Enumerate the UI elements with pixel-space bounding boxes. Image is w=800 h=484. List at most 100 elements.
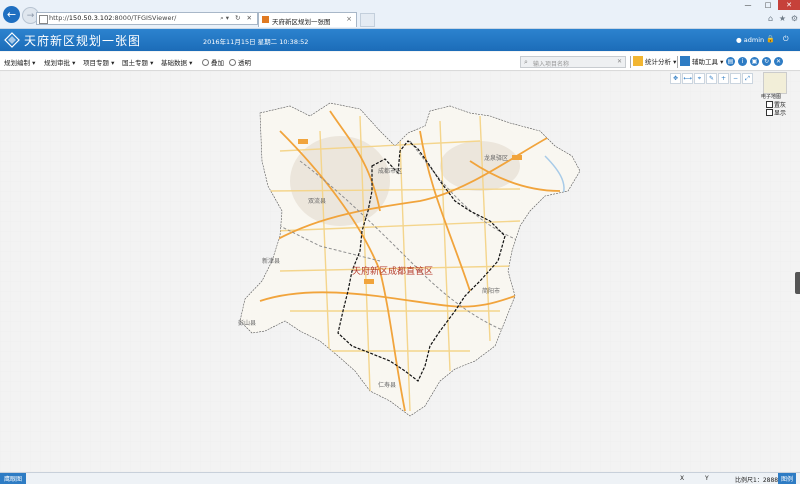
url-host: 150.50.3.102: [68, 14, 113, 22]
aux-tools-icon: [680, 56, 690, 66]
window-minimize-button[interactable]: —: [738, 0, 758, 10]
side-panel-toggle[interactable]: [795, 272, 800, 294]
page-icon: [39, 15, 48, 24]
road-shield-icon: [298, 139, 308, 144]
forward-arrow-icon: →: [26, 10, 35, 21]
map-svg: 天府新区成都直管区 新津县 彭山县 双流县 仁寿县 简阳市 龙泉驿区 成都市区: [0, 71, 800, 472]
radio-label: 透明: [238, 59, 251, 67]
info-icon: i: [741, 58, 744, 65]
app-header: 天府新区规划一张图 2016年11月15日 星期二 10:38:52 ● adm…: [0, 29, 800, 51]
refresh-icon: ↻: [763, 58, 770, 65]
refresh-button[interactable]: ↻: [762, 57, 771, 66]
zoom-in-icon[interactable]: +: [718, 73, 729, 84]
menu-item-project-topic[interactable]: 项目专题 ▾: [83, 57, 114, 67]
search-input[interactable]: ⌕ 输入项目名称 ✕: [520, 56, 626, 68]
date-time: 2016年11月15日 星期二 10:38:52: [203, 38, 309, 46]
home-icon[interactable]: ⌂: [766, 14, 775, 23]
settings-gear-icon[interactable]: ⚙: [790, 14, 799, 23]
window-maximize-button[interactable]: □: [758, 0, 778, 10]
road-shield-icon: [364, 279, 374, 284]
measure-tool-icon[interactable]: ⟷: [682, 73, 693, 84]
window-close-button[interactable]: ✕: [778, 0, 800, 10]
lock-icon[interactable]: 🔒: [766, 35, 775, 43]
radio-circle-icon: [202, 59, 209, 66]
layer-button[interactable]: ▤: [726, 57, 735, 66]
menu-item-label: 规划编制: [4, 59, 30, 67]
menu-item-label: 项目专题: [83, 59, 109, 67]
x-coordinate-label: X: [680, 475, 685, 482]
print-icon: ▣: [751, 58, 758, 65]
user-icon: ●: [736, 36, 742, 44]
menu-item-label: 规划审批: [44, 59, 70, 67]
map-canvas[interactable]: 天府新区成都直管区 新津县 彭山县 双流县 仁寿县 简阳市 龙泉驿区 成都市区: [0, 71, 800, 472]
map-label-place: 彭山县: [238, 319, 256, 327]
show-checkbox[interactable]: 显示: [766, 108, 786, 117]
pan-tool-icon[interactable]: ✥: [670, 73, 681, 84]
y-coordinate-label: Y: [705, 475, 709, 482]
url-prefix: http://: [49, 14, 69, 22]
checkbox-label: 显示: [774, 110, 787, 117]
menu-item-base-data[interactable]: 基础数据 ▾: [161, 57, 192, 67]
back-button[interactable]: ←: [3, 6, 20, 23]
stats-analysis-button[interactable]: 统计分析 ▾: [633, 56, 676, 68]
close-icon: ✕: [775, 58, 782, 65]
menu-item-plan-approval[interactable]: 规划审批 ▾: [44, 57, 75, 67]
info-button[interactable]: i: [738, 57, 747, 66]
favorites-star-icon[interactable]: ★: [778, 14, 787, 23]
menu-item-label: 国土专题: [122, 59, 148, 67]
map-type-thumbnail[interactable]: [763, 72, 787, 94]
url-rest: :8000/TFGISViewer/: [112, 14, 177, 22]
status-bar: 鹰眼图 X Y 比例尺1：288895 图例: [0, 472, 800, 484]
map-label-place: 仁寿县: [378, 381, 396, 389]
stats-icon: [633, 56, 643, 66]
map-label-main: 天府新区成都直管区: [352, 265, 433, 277]
app-logo-icon: [4, 32, 20, 48]
transparent-radio[interactable]: 透明: [229, 57, 251, 67]
aux-tools-label: 辅助工具: [692, 58, 718, 66]
overlay-radio[interactable]: 叠加: [202, 57, 224, 67]
fullscreen-tool-icon[interactable]: ⤢: [742, 73, 753, 84]
app-title: 天府新区规划一张图: [24, 34, 142, 48]
new-tab-button[interactable]: [360, 13, 375, 27]
clear-search-icon[interactable]: ✕: [617, 58, 622, 65]
address-url: http://150.50.3.102:8000/TFGISViewer/: [49, 14, 176, 22]
stats-label: 统计分析: [645, 58, 671, 66]
legend-button[interactable]: 图例: [778, 473, 797, 484]
radio-label: 叠加: [211, 59, 224, 67]
aux-tools-button[interactable]: 辅助工具 ▾: [680, 56, 723, 68]
browser-tab[interactable]: 天府新区规划一张图 ×: [258, 12, 357, 27]
address-bar[interactable]: http://150.50.3.102:8000/TFGISViewer/ ⌕▾…: [36, 12, 258, 25]
menu-item-plan-compile[interactable]: 规划编制 ▾: [4, 57, 35, 67]
checkbox-icon: [766, 101, 773, 108]
search-placeholder: 输入项目名称: [533, 61, 570, 68]
clear-button[interactable]: ✕: [774, 57, 783, 66]
back-arrow-icon: ←: [6, 8, 17, 21]
map-type-label: 电子地图: [761, 94, 782, 100]
locate-tool-icon[interactable]: ⌖: [694, 73, 705, 84]
checkbox-icon: [766, 109, 773, 116]
user-info[interactable]: ● admin: [736, 36, 764, 44]
map-label-place: 龙泉驿区: [484, 154, 508, 162]
tab-favicon-icon: [262, 16, 269, 23]
overview-map-button[interactable]: 鹰眼图: [0, 473, 27, 484]
tab-title: 天府新区规划一张图: [272, 18, 331, 26]
map-label-place: 成都市区: [378, 167, 402, 175]
toolbar-divider: [677, 56, 678, 68]
search-icon: ⌕: [524, 58, 528, 66]
print-button[interactable]: ▣: [750, 57, 759, 66]
address-tools[interactable]: ⌕▾ ↻ ✕: [220, 14, 254, 23]
menu-item-label: 基础数据: [161, 59, 187, 67]
radio-circle-icon: [229, 59, 236, 66]
road-shield-icon: [512, 155, 522, 160]
draw-tool-icon[interactable]: ✎: [706, 73, 717, 84]
map-label-place: 双流县: [308, 197, 326, 205]
user-name: admin: [743, 36, 765, 44]
map-label-place: 简阳市: [482, 287, 500, 295]
toolbar-divider: [630, 56, 631, 68]
map-label-place: 新津县: [262, 257, 280, 265]
tab-close-icon[interactable]: ×: [346, 15, 352, 23]
power-icon[interactable]: ⏻: [783, 35, 789, 44]
zoom-out-icon[interactable]: −: [730, 73, 741, 84]
menu-item-land-topic[interactable]: 国土专题 ▾: [122, 57, 153, 67]
layers-icon: ▤: [727, 58, 734, 65]
